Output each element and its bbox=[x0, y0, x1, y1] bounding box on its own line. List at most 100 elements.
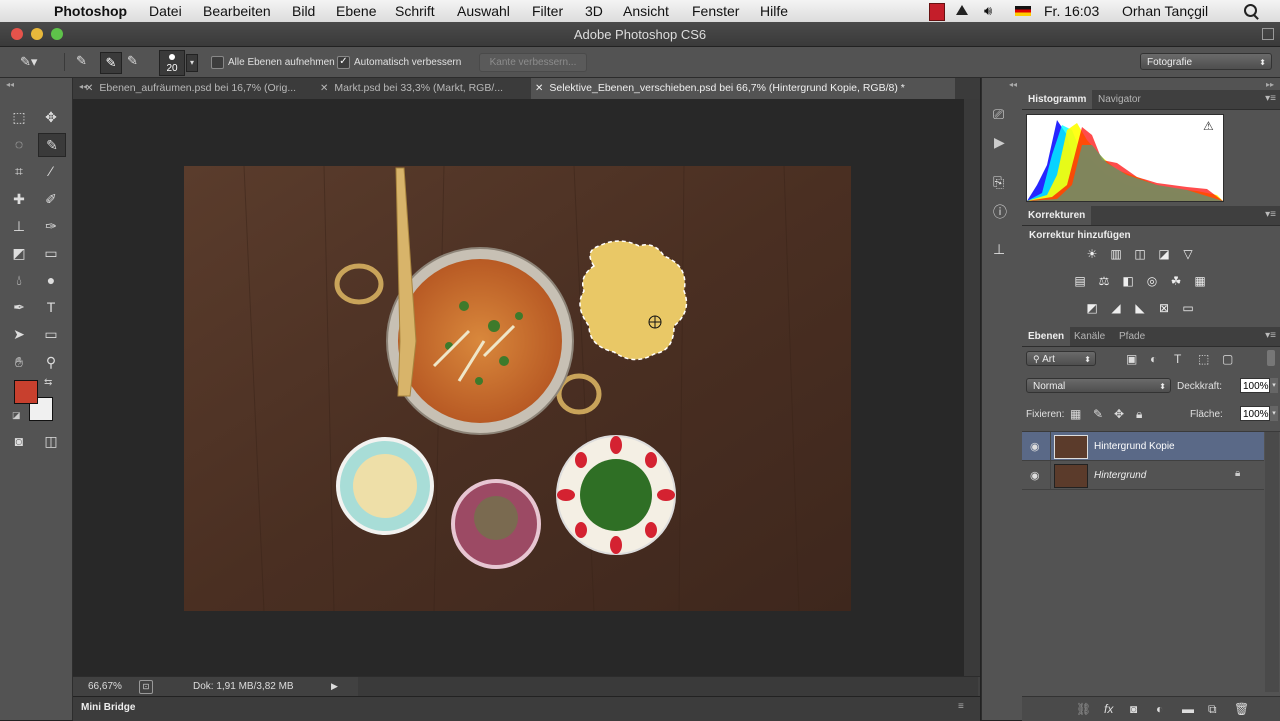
history-panel-icon[interactable]: ⎚ bbox=[993, 106, 1004, 123]
blend-mode-dropdown[interactable]: Normal ⬍ bbox=[1026, 378, 1171, 393]
color-balance-icon[interactable]: ⚖ bbox=[1095, 274, 1113, 288]
status-export-icon[interactable]: ⊡ bbox=[139, 680, 153, 694]
menu-bild[interactable]: Bild bbox=[292, 2, 315, 20]
lock-all-icon[interactable]: 🔒︎ bbox=[1136, 407, 1142, 421]
menu-ansicht[interactable]: Ansicht bbox=[623, 2, 669, 20]
auto-enhance-checkbox[interactable]: ✓ bbox=[337, 56, 350, 69]
new-selection-icon[interactable]: ✎ bbox=[76, 53, 96, 71]
info-panel-icon[interactable]: ⓘ bbox=[993, 202, 1007, 222]
layer-filter-dropdown[interactable]: ⚲ Art ⬍ bbox=[1026, 351, 1096, 366]
filter-adjustment-icon[interactable]: ◐ bbox=[1150, 352, 1157, 366]
lock-pixels-icon[interactable]: ✎ bbox=[1093, 407, 1103, 421]
fill-input[interactable]: 100% bbox=[1240, 406, 1270, 421]
color-lookup-icon[interactable]: ▦ bbox=[1191, 274, 1209, 288]
default-colors-icon[interactable]: ◪ bbox=[12, 410, 21, 421]
dodge-tool-icon[interactable]: ● bbox=[38, 269, 64, 291]
lock-position-icon[interactable]: ✥ bbox=[1114, 407, 1124, 421]
canvas-area[interactable] bbox=[73, 99, 964, 676]
user-name[interactable]: Orhan Tançgil bbox=[1122, 2, 1208, 20]
menu-auswahl[interactable]: Auswahl bbox=[457, 2, 510, 20]
layer-thumbnail[interactable] bbox=[1054, 464, 1088, 488]
filter-shape-icon[interactable]: ⬚ bbox=[1198, 352, 1209, 366]
tab-navigator[interactable]: Navigator bbox=[1092, 90, 1147, 109]
pen-tool-icon[interactable]: ✒ bbox=[6, 296, 32, 318]
filter-type-icon[interactable]: T bbox=[1174, 352, 1181, 366]
brush-dropdown-icon[interactable]: ▾ bbox=[186, 54, 198, 72]
subtract-selection-icon[interactable]: ✎ bbox=[127, 53, 147, 71]
tab-histogramm[interactable]: Histogramm bbox=[1022, 90, 1093, 109]
collapse-dock-icon[interactable]: ▸▸ bbox=[1266, 80, 1274, 89]
move-tool-icon[interactable]: ✥ bbox=[38, 106, 64, 128]
new-adjustment-layer-icon[interactable]: ◐ bbox=[1156, 702, 1163, 716]
collapse-toolbox-icon[interactable]: ◂◂ bbox=[6, 80, 14, 89]
color-panel-icon[interactable]: ⎘ bbox=[993, 174, 1004, 191]
type-tool-icon[interactable]: T bbox=[38, 296, 64, 318]
filter-smart-object-icon[interactable]: ▢ bbox=[1222, 352, 1233, 366]
auto-enhance-label[interactable]: Automatisch verbessern bbox=[354, 57, 461, 68]
vertical-scrollbar[interactable] bbox=[964, 99, 980, 676]
quick-selection-tool-icon[interactable]: ✎ bbox=[38, 133, 66, 157]
status-menu-icon[interactable]: ▶ bbox=[331, 681, 338, 692]
eraser-tool-icon[interactable]: ◩ bbox=[6, 242, 32, 264]
curves-icon[interactable]: ◫ bbox=[1131, 247, 1149, 261]
channel-mixer-icon[interactable]: ☘ bbox=[1167, 274, 1185, 288]
levels-icon[interactable]: ▥ bbox=[1107, 247, 1125, 261]
rectangle-tool-icon[interactable]: ▭ bbox=[38, 323, 64, 345]
document-image[interactable] bbox=[184, 166, 851, 611]
photo-filter-icon[interactable]: ◎ bbox=[1143, 274, 1161, 288]
menu-hilfe[interactable]: Hilfe bbox=[760, 2, 788, 20]
opacity-slider-icon[interactable]: ▾ bbox=[1270, 378, 1278, 393]
layer-thumbnail[interactable] bbox=[1054, 435, 1088, 459]
tab-markt[interactable]: ✕ Markt.psd bei 33,3% (Markt, RGB/... bbox=[320, 78, 530, 99]
airplay-icon[interactable] bbox=[956, 5, 968, 15]
close-tab-icon[interactable]: ✕ bbox=[320, 83, 328, 94]
new-layer-icon[interactable]: ⧉ bbox=[1208, 702, 1217, 716]
german-flag-icon[interactable] bbox=[1015, 6, 1031, 16]
gradient-map-icon[interactable]: ▭ bbox=[1179, 301, 1197, 315]
foreground-color-swatch[interactable] bbox=[14, 380, 38, 404]
quick-mask-icon[interactable]: ◙ bbox=[6, 430, 32, 452]
hue-saturation-icon[interactable]: ▤ bbox=[1071, 274, 1089, 288]
tab-ebenen-aufraeumen[interactable]: ✕ Ebenen_aufräumen.psd bei 16,7% (Orig... bbox=[85, 78, 318, 99]
add-to-selection-icon[interactable]: ✎ bbox=[100, 52, 122, 74]
new-group-icon[interactable]: ▬ bbox=[1182, 702, 1194, 716]
filter-toggle[interactable] bbox=[1267, 350, 1275, 366]
brush-tool-icon[interactable]: ✐ bbox=[38, 188, 64, 210]
layer-row[interactable]: ◉ Hintergrund 🔒︎ bbox=[1022, 461, 1264, 490]
tab-kanaele[interactable]: Kanäle bbox=[1068, 327, 1111, 346]
visibility-eye-icon[interactable]: ◉ bbox=[1030, 469, 1040, 482]
menu-3d[interactable]: 3D bbox=[585, 2, 603, 20]
menu-schrift[interactable]: Schrift bbox=[395, 2, 435, 20]
sample-all-layers-label[interactable]: Alle Ebenen aufnehmen bbox=[228, 57, 335, 68]
black-white-icon[interactable]: ◧ bbox=[1119, 274, 1137, 288]
lock-transparency-icon[interactable]: ▦ bbox=[1070, 407, 1081, 421]
volume-icon[interactable]: 🔊︎ bbox=[984, 2, 992, 20]
clone-stamp-tool-icon[interactable]: ⊥ bbox=[6, 215, 32, 237]
tool-preset-picker[interactable]: ✎▾ bbox=[20, 54, 46, 70]
eyedropper-tool-icon[interactable]: ⁄ bbox=[38, 160, 64, 182]
brush-picker[interactable]: 20 bbox=[159, 50, 185, 76]
menu-fenster[interactable]: Fenster bbox=[692, 2, 739, 20]
threshold-icon[interactable]: ◣ bbox=[1131, 301, 1149, 315]
menu-filter[interactable]: Filter bbox=[532, 2, 563, 20]
marquee-tool-icon[interactable]: ⬚ bbox=[6, 106, 32, 128]
lasso-tool-icon[interactable]: ◌ bbox=[6, 133, 32, 155]
crop-tool-icon[interactable]: ⌗ bbox=[6, 160, 32, 182]
tab-selektive-ebenen[interactable]: ✕ Selektive_Ebenen_verschieben.psd bei 66… bbox=[531, 78, 955, 99]
invert-icon[interactable]: ◩ bbox=[1083, 301, 1101, 315]
clock[interactable]: Fr. 16:03 bbox=[1044, 2, 1099, 20]
panel-menu-icon[interactable]: ▾≡ bbox=[1265, 330, 1276, 341]
actions-panel-icon[interactable]: ▶ bbox=[994, 134, 1005, 151]
healing-brush-tool-icon[interactable]: ✚ bbox=[6, 188, 32, 210]
menu-ebene[interactable]: Ebene bbox=[336, 2, 376, 20]
panel-menu-icon[interactable]: ≡ bbox=[958, 701, 964, 712]
visibility-eye-icon[interactable]: ◉ bbox=[1030, 440, 1040, 453]
tab-pfade[interactable]: Pfade bbox=[1113, 327, 1151, 346]
exposure-icon[interactable]: ◪ bbox=[1155, 247, 1173, 261]
menu-datei[interactable]: Datei bbox=[149, 2, 182, 20]
tab-ebenen[interactable]: Ebenen bbox=[1022, 327, 1071, 346]
panel-menu-icon[interactable]: ▾≡ bbox=[1265, 209, 1276, 220]
tab-korrekturen[interactable]: Korrekturen bbox=[1022, 206, 1092, 225]
warning-icon[interactable]: ⚠ bbox=[1203, 119, 1214, 133]
zoom-tool-icon[interactable]: ⚲ bbox=[38, 351, 64, 373]
